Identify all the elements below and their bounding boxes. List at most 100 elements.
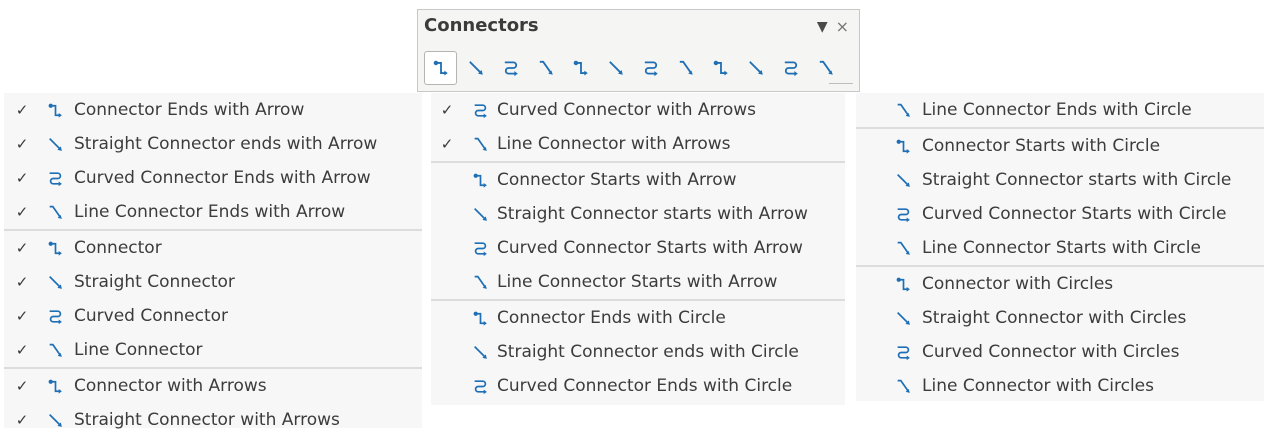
toolbar-overflow-divider xyxy=(829,83,853,84)
menu-item[interactable]: Straight Connector starts with Circle xyxy=(856,163,1264,197)
menu-item[interactable]: ✓ Straight Connector with Arrows xyxy=(4,403,422,437)
menu-item-label: Line Connector xyxy=(74,340,203,360)
menu-item-label: Straight Connector with Circles xyxy=(922,308,1187,328)
menu-item-label: Curved Connector Starts with Arrow xyxy=(497,238,803,258)
line-connector-with-arrows-icon xyxy=(817,59,835,77)
toolbar-button-straight-connector-with-arrows[interactable] xyxy=(739,51,772,85)
connectors-toolbar: Connectors ▼ × xyxy=(417,9,860,92)
checkmark-icon: ✓ xyxy=(15,307,29,325)
toolbar-button-connector-ends-with-arrow[interactable] xyxy=(424,51,457,85)
checkmark-icon: ✓ xyxy=(15,411,29,429)
toolbar-button-connector[interactable] xyxy=(564,51,597,85)
connector-stand-icon xyxy=(894,137,912,155)
menu-item[interactable]: Straight Connector with Circles xyxy=(856,301,1264,335)
menu-item-label: Straight Connector starts with Circle xyxy=(922,170,1232,190)
checkmark-icon: ✓ xyxy=(15,203,29,221)
menu-item-label: Connector Ends with Arrow xyxy=(74,100,305,120)
menu-item-label: Straight Connector ends with Circle xyxy=(497,342,799,362)
connector-straight-icon xyxy=(46,411,64,429)
menu-item-label: Curved Connector Starts with Circle xyxy=(922,204,1227,224)
menu-item-label: Curved Connector Ends with Circle xyxy=(497,376,793,396)
menu-item-label: Line Connector Ends with Circle xyxy=(922,100,1192,120)
connector-line-icon xyxy=(894,377,912,395)
menu-item[interactable]: Curved Connector with Circles xyxy=(856,335,1264,369)
menu-item[interactable]: ✓ Curved Connector with Arrows xyxy=(431,93,845,127)
menu-item-label: Curved Connector Ends with Arrow xyxy=(74,168,371,188)
curved-connector-ends-with-arrow-icon xyxy=(502,59,520,77)
checkmark-icon: ✓ xyxy=(15,341,29,359)
menu-item-label: Connector with Circles xyxy=(922,274,1114,294)
checkmark-icon: ✓ xyxy=(15,273,29,291)
checkmark-icon: ✓ xyxy=(15,135,29,153)
menu-item[interactable]: Curved Connector Starts with Arrow xyxy=(431,231,845,265)
toolbar-button-row xyxy=(424,50,844,86)
menu-item-label: Straight Connector xyxy=(74,272,235,292)
line-connector-ends-with-arrow-icon xyxy=(537,59,555,77)
menu-item[interactable]: ✓ Line Connector with Arrows xyxy=(431,127,845,161)
menu-item[interactable]: Connector with Circles xyxy=(856,267,1264,301)
toolbar-button-curved-connector-ends-with-arrow[interactable] xyxy=(494,51,527,85)
menu-item-label: Connector Starts with Circle xyxy=(922,136,1161,156)
connector-line-icon xyxy=(894,101,912,119)
connector-line-icon xyxy=(46,203,64,221)
menu-item[interactable]: Connector Starts with Circle xyxy=(856,129,1264,163)
toolbar-button-connector-with-arrows[interactable] xyxy=(704,51,737,85)
line-connector-icon xyxy=(677,59,695,77)
connector-stand-icon xyxy=(46,101,64,119)
menu-item[interactable]: ✓ Connector Ends with Arrow xyxy=(4,93,422,127)
straight-connector-ends-with-arrow-icon xyxy=(467,59,485,77)
toolbar-button-curved-connector-with-arrows[interactable] xyxy=(774,51,807,85)
toolbar-button-curved-connector[interactable] xyxy=(634,51,667,85)
connector-curved-icon xyxy=(46,169,64,187)
menu-item-label: Straight Connector ends with Arrow xyxy=(74,134,378,154)
connector-curved-icon xyxy=(471,239,489,257)
menu-item-label: Connector with Arrows xyxy=(74,376,267,396)
menu-item[interactable]: ✓ Line Connector xyxy=(4,333,422,367)
connector-menu-right: Line Connector Ends with Circle Connector… xyxy=(856,93,1264,401)
connector-curved-icon xyxy=(471,101,489,119)
toolbar-close-icon[interactable]: × xyxy=(836,17,849,36)
toolbar-button-line-connector[interactable] xyxy=(669,51,702,85)
menu-item[interactable]: Line Connector Ends with Circle xyxy=(856,93,1264,127)
menu-item[interactable]: ✓ Curved Connector Ends with Arrow xyxy=(4,161,422,195)
menu-item-label: Curved Connector xyxy=(74,306,229,326)
connector-straight-icon xyxy=(46,273,64,291)
menu-item-label: Curved Connector with Circles xyxy=(922,342,1180,362)
toolbar-button-straight-connector-ends-with-arrow[interactable] xyxy=(459,51,492,85)
menu-item[interactable]: Line Connector with Circles xyxy=(856,369,1264,403)
connector-line-icon xyxy=(471,273,489,291)
menu-item[interactable]: ✓ Straight Connector xyxy=(4,265,422,299)
toolbar-dropdown-icon[interactable]: ▼ xyxy=(817,19,828,35)
menu-item[interactable]: Straight Connector ends with Circle xyxy=(431,335,845,369)
connector-menu-left: ✓ Connector Ends with Arrow ✓ Straight Conn… xyxy=(4,93,422,430)
connector-curved-icon xyxy=(894,205,912,223)
menu-item-label: Straight Connector with Arrows xyxy=(74,410,340,430)
connector-stand-icon xyxy=(471,171,489,189)
menu-item-label: Straight Connector starts with Arrow xyxy=(497,204,808,224)
menu-item[interactable]: Straight Connector starts with Arrow xyxy=(431,197,845,231)
connector-straight-icon xyxy=(894,309,912,327)
connector-stand-icon xyxy=(46,377,64,395)
connector-ends-with-arrow-icon xyxy=(432,59,450,77)
checkmark-icon: ✓ xyxy=(15,101,29,119)
menu-item[interactable]: ✓ Line Connector Ends with Arrow xyxy=(4,195,422,229)
menu-item[interactable]: Connector Ends with Circle xyxy=(431,301,845,335)
connector-straight-icon xyxy=(46,135,64,153)
menu-item[interactable]: ✓ Connector xyxy=(4,231,422,265)
menu-item[interactable]: Connector Starts with Arrow xyxy=(431,163,845,197)
menu-item[interactable]: Line Connector Starts with Arrow xyxy=(431,265,845,299)
checkmark-icon: ✓ xyxy=(15,239,29,257)
menu-item[interactable]: ✓ Straight Connector ends with Arrow xyxy=(4,127,422,161)
connector-stand-icon xyxy=(471,309,489,327)
menu-item[interactable]: Curved Connector Ends with Circle xyxy=(431,369,845,403)
toolbar-button-line-connector-ends-with-arrow[interactable] xyxy=(529,51,562,85)
menu-item-label: Line Connector with Arrows xyxy=(497,134,731,154)
toolbar-button-straight-connector[interactable] xyxy=(599,51,632,85)
menu-item[interactable]: ✓ Curved Connector xyxy=(4,299,422,333)
menu-item[interactable]: Curved Connector Starts with Circle xyxy=(856,197,1264,231)
curved-connector-with-arrows-icon xyxy=(782,59,800,77)
checkmark-icon: ✓ xyxy=(440,101,454,119)
toolbar-button-line-connector-with-arrows[interactable] xyxy=(809,51,842,85)
menu-item[interactable]: ✓ Connector with Arrows xyxy=(4,369,422,403)
menu-item[interactable]: Line Connector Starts with Circle xyxy=(856,231,1264,265)
